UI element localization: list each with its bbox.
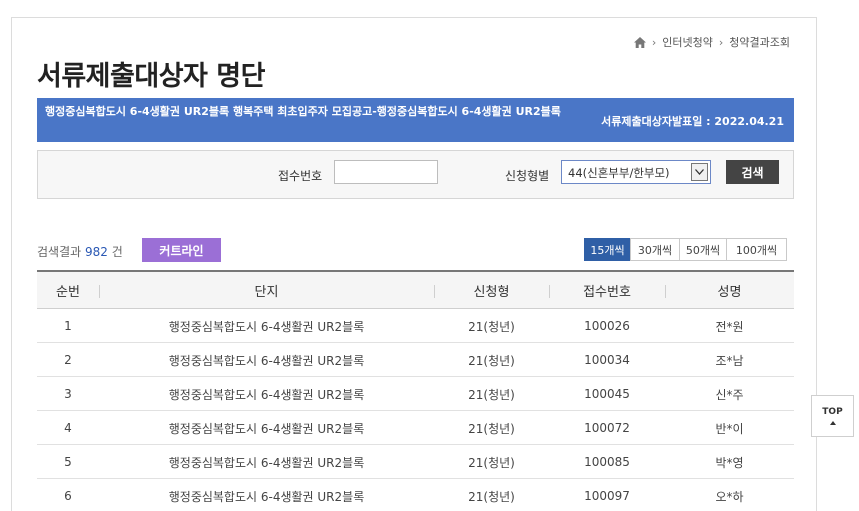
cell-seq: 1 (64, 319, 72, 333)
cell-receipt-no: 100097 (584, 489, 630, 503)
cell-name: 조*남 (715, 353, 744, 368)
cell-receipt-no: 100034 (584, 353, 630, 367)
cutline-button[interactable]: 커트라인 (142, 238, 221, 262)
cell-seq: 2 (64, 353, 72, 367)
table-row: 6 행정중심복합도시 6-4생활권 UR2블록 21(청년) 100097 오*하 (37, 479, 794, 511)
table-header: 순번 단지 신청형 접수번호 성명 (37, 272, 794, 309)
table-row: 1 행정중심복합도시 6-4생활권 UR2블록 21(청년) 100026 전*원 (37, 309, 794, 343)
page-title: 서류제출대상자 명단 (37, 61, 265, 92)
notice-banner: 행정중심복합도시 6-4생활권 UR2블록 행복주택 최초입주자 모집공고-행정… (37, 98, 794, 142)
table-row: 3 행정중심복합도시 6-4생활권 UR2블록 21(청년) 100045 신*주 (37, 377, 794, 411)
cell-complex: 행정중심복합도시 6-4생활권 UR2블록 (168, 455, 365, 470)
header-complex: 단지 (254, 285, 279, 300)
header-name: 성명 (717, 285, 742, 300)
result-count: 검색결과 982 건 (37, 243, 123, 260)
table-row: 5 행정중심복합도시 6-4생활권 UR2블록 21(청년) 100085 박*영 (37, 445, 794, 479)
breadcrumb: › 인터넷청약 › 청약결과조회 (633, 34, 790, 50)
cell-type: 21(청년) (468, 421, 515, 436)
search-button[interactable]: 검색 (726, 160, 779, 184)
cell-type: 21(청년) (468, 319, 515, 334)
cell-type: 21(청년) (468, 455, 515, 470)
cell-name: 신*주 (715, 387, 744, 402)
cell-complex: 행정중심복합도시 6-4생활권 UR2블록 (168, 353, 365, 368)
result-suffix: 건 (111, 245, 123, 259)
cell-name: 전*원 (715, 319, 744, 334)
application-type-select[interactable]: 44(신혼부부/한부모) (561, 160, 711, 184)
cell-complex: 행정중심복합도시 6-4생활권 UR2블록 (168, 421, 365, 436)
cell-seq: 4 (64, 421, 72, 435)
table-body: 1 행정중심복합도시 6-4생활권 UR2블록 21(청년) 100026 전*원 2 행정… (37, 309, 794, 511)
top-label: TOP (822, 407, 843, 417)
chevron-right-icon: › (718, 35, 724, 49)
cell-seq: 6 (64, 489, 72, 503)
chevron-right-icon: › (651, 35, 657, 49)
breadcrumb-item-internet-subscription[interactable]: 인터넷청약 (662, 34, 713, 50)
cell-complex: 행정중심복합도시 6-4생활권 UR2블록 (168, 319, 365, 334)
cell-name: 박*영 (715, 455, 744, 470)
page-size-100[interactable]: 100개씩 (726, 238, 787, 261)
home-icon[interactable] (633, 36, 646, 48)
search-panel: 접수번호 신청형별 44(신혼부부/한부모) 검색 (37, 150, 794, 199)
cell-type: 21(청년) (468, 353, 515, 368)
cell-receipt-no: 100072 (584, 421, 630, 435)
page-size-50[interactable]: 50개씩 (679, 238, 727, 261)
receipt-number-input[interactable] (334, 160, 438, 184)
result-prefix: 검색결과 (37, 245, 82, 259)
page-size-30[interactable]: 30개씩 (630, 238, 680, 261)
application-type-label: 신청형별 (505, 169, 550, 183)
cell-name: 오*하 (715, 489, 744, 504)
cell-receipt-no: 100085 (584, 455, 630, 469)
page-size-15[interactable]: 15개씩 (584, 238, 631, 261)
result-number: 982 (85, 245, 108, 259)
scroll-top-button[interactable]: TOP (811, 395, 854, 437)
table-row: 4 행정중심복합도시 6-4생활권 UR2블록 21(청년) 100072 반*이 (37, 411, 794, 445)
cell-seq: 5 (64, 455, 72, 469)
breadcrumb-item-result-lookup[interactable]: 청약결과조회 (729, 34, 790, 50)
header-type: 신청형 (473, 285, 510, 300)
cell-type: 21(청년) (468, 489, 515, 504)
notice-title: 행정중심복합도시 6-4생활권 UR2블록 행복주택 최초입주자 모집공고-행정… (45, 105, 561, 118)
cell-receipt-no: 100026 (584, 319, 630, 333)
cell-seq: 3 (64, 387, 72, 401)
cell-complex: 행정중심복합도시 6-4생활권 UR2블록 (168, 387, 365, 402)
cell-complex: 행정중심복합도시 6-4생활권 UR2블록 (168, 489, 365, 504)
table-row: 2 행정중심복합도시 6-4생활권 UR2블록 21(청년) 100034 조*남 (37, 343, 794, 377)
applicant-table: 순번 단지 신청형 접수번호 성명 1 행정중심복합도시 6-4생활권 UR2블록… (37, 270, 794, 511)
announce-date: 서류제출대상자발표일 : 2022.04.21 (601, 115, 784, 128)
header-receipt-no: 접수번호 (583, 285, 631, 300)
receipt-number-label: 접수번호 (278, 169, 323, 183)
cell-name: 반*이 (715, 421, 744, 436)
cell-type: 21(청년) (468, 387, 515, 402)
cell-receipt-no: 100045 (584, 387, 630, 401)
content-card: › 인터넷청약 › 청약결과조회 서류제출대상자 명단 행정중심복합도시 6-4… (11, 17, 817, 511)
page-size-selector: 15개씩 30개씩 50개씩 100개씩 (584, 238, 787, 261)
header-seq: 순번 (56, 285, 80, 300)
application-type-selected: 44(신혼부부/한부모) (568, 166, 670, 180)
chevron-down-icon[interactable] (691, 163, 708, 181)
arrow-up-icon (829, 421, 836, 425)
